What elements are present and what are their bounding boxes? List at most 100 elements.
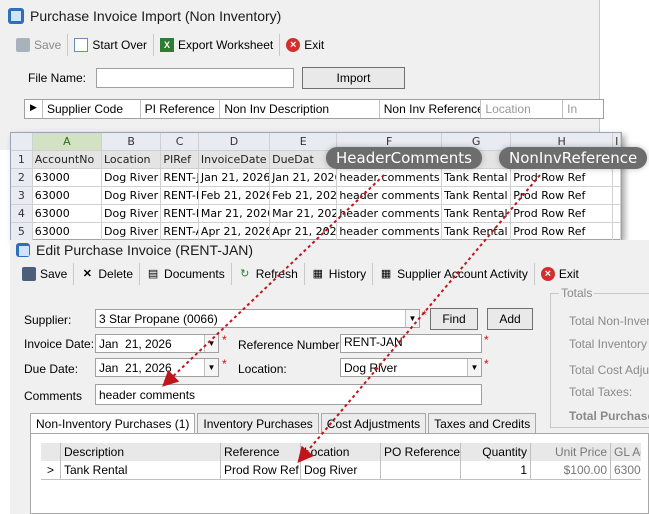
col-unit-price[interactable]: Unit Price bbox=[531, 443, 611, 462]
cell-header-comments[interactable]: header comments bbox=[337, 169, 443, 187]
cell-invoice-date[interactable]: Apr 21, 2026 bbox=[198, 223, 271, 241]
cell-header-comments[interactable]: header comments bbox=[337, 205, 443, 223]
tab-cost-adjustments[interactable]: Cost Adjustments bbox=[320, 413, 427, 434]
cell-invoice-date[interactable]: Jan 21, 2026 bbox=[198, 169, 271, 187]
cell-header-comments[interactable]: header comments bbox=[337, 187, 443, 205]
col-supplier-code[interactable]: Supplier Code bbox=[43, 100, 141, 118]
col-pi-reference[interactable]: PI Reference bbox=[141, 100, 221, 118]
row-number[interactable]: 3 bbox=[11, 187, 33, 205]
header-cell[interactable]: AccountNo bbox=[32, 151, 102, 169]
cell-non-inv-reference[interactable]: Prod Row Ref bbox=[511, 187, 614, 205]
cell-unit-price[interactable]: $100.00 bbox=[531, 461, 611, 480]
cell-due-date[interactable]: Jan 21, 2026 bbox=[270, 169, 338, 187]
cell-non-inv-reference[interactable]: Prod Row Ref bbox=[511, 205, 614, 223]
col-non-inv-description[interactable]: Non Inv Description bbox=[220, 100, 380, 118]
header-cell[interactable]: Location bbox=[102, 151, 162, 169]
comments-input[interactable]: header comments bbox=[95, 384, 482, 405]
cell-location[interactable]: Dog River bbox=[102, 169, 162, 187]
cell-non-inv-reference[interactable]: Prod Row Ref bbox=[511, 169, 614, 187]
chevron-down-icon[interactable]: ▼ bbox=[405, 310, 419, 327]
col-description[interactable]: Description bbox=[61, 443, 221, 462]
tab-inventory-purchases[interactable]: Inventory Purchases bbox=[197, 413, 319, 434]
cell-reference[interactable]: Prod Row Ref bbox=[221, 461, 301, 480]
cell-account-no[interactable]: 63000 bbox=[32, 169, 102, 187]
col-reference[interactable]: Reference bbox=[221, 443, 301, 462]
cell-account-no[interactable]: 63000 bbox=[32, 187, 102, 205]
header-cell[interactable]: InvoiceDate bbox=[198, 151, 271, 169]
cell-empty[interactable] bbox=[613, 223, 622, 241]
col-non-inv-reference[interactable]: Non Inv Reference bbox=[380, 100, 482, 118]
row-selector-icon[interactable]: > bbox=[41, 461, 61, 480]
row-number[interactable]: 1 bbox=[11, 151, 33, 169]
col-quantity[interactable]: Quantity bbox=[461, 443, 531, 462]
exit-button[interactable]: × Exit bbox=[535, 263, 585, 285]
cell-header-comments[interactable]: header comments bbox=[337, 223, 443, 241]
cell-location[interactable]: Dog River bbox=[102, 205, 162, 223]
file-name-input[interactable] bbox=[96, 68, 294, 88]
cell-due-date[interactable]: Apr 21, 2026 bbox=[270, 223, 338, 241]
chevron-down-icon[interactable]: ▼ bbox=[467, 359, 481, 376]
col-in[interactable]: In bbox=[563, 100, 603, 118]
export-worksheet-button[interactable]: X Export Worksheet bbox=[154, 34, 281, 56]
invoice-date-picker[interactable]: Jan 21, 2026 ▼ bbox=[95, 334, 219, 353]
column-letter[interactable]: C bbox=[161, 133, 199, 151]
history-button[interactable]: ▦ History bbox=[305, 263, 374, 285]
row-number[interactable]: 2 bbox=[11, 169, 33, 187]
delete-button[interactable]: ✕ Delete bbox=[74, 263, 141, 285]
chevron-down-icon[interactable]: ▼ bbox=[204, 335, 218, 352]
due-date-picker[interactable]: Jan 21, 2026 ▼ bbox=[95, 358, 219, 377]
cell-location[interactable]: Dog River bbox=[102, 223, 162, 241]
cell-empty[interactable] bbox=[613, 169, 622, 187]
cell-pi-ref[interactable]: RENT-A bbox=[161, 223, 199, 241]
cell-description[interactable]: Tank Rental bbox=[442, 187, 512, 205]
cell-pi-ref[interactable]: RENT-M bbox=[161, 205, 199, 223]
row-number[interactable]: 4 bbox=[11, 205, 33, 223]
reference-number-input[interactable]: RENT-JAN bbox=[340, 334, 482, 353]
col-location[interactable]: Location bbox=[301, 443, 381, 462]
exit-button[interactable]: × Exit bbox=[280, 34, 330, 56]
supplier-account-activity-button[interactable]: ▦ Supplier Account Activity bbox=[373, 263, 535, 285]
col-location[interactable]: Location bbox=[481, 100, 564, 118]
column-letter[interactable]: B bbox=[102, 133, 162, 151]
column-letter[interactable]: A bbox=[32, 133, 102, 151]
import-button[interactable]: Import bbox=[302, 67, 405, 89]
purchase-grid-row[interactable]: > Tank Rental Prod Row Ref Dog River 1 $… bbox=[41, 461, 641, 480]
cell-pi-ref[interactable]: RENT-F bbox=[161, 187, 199, 205]
cell-non-inv-reference[interactable]: Prod Row Ref bbox=[511, 223, 614, 241]
cell-description[interactable]: Tank Rental bbox=[442, 169, 512, 187]
cell-empty[interactable] bbox=[613, 187, 622, 205]
cell-location[interactable]: Dog River bbox=[301, 461, 381, 480]
save-button[interactable]: Save bbox=[16, 263, 75, 285]
cell-empty[interactable] bbox=[613, 205, 622, 223]
cell-invoice-date[interactable]: Feb 21, 2026 bbox=[198, 187, 271, 205]
cell-due-date[interactable]: Feb 21, 2026 bbox=[270, 187, 338, 205]
select-all-corner[interactable] bbox=[11, 133, 33, 151]
cell-po-reference[interactable] bbox=[381, 461, 461, 480]
row-number[interactable]: 5 bbox=[11, 223, 33, 241]
cell-quantity[interactable]: 1 bbox=[461, 461, 531, 480]
cell-description[interactable]: Tank Rental bbox=[442, 223, 512, 241]
refresh-button[interactable]: ↻ Refresh bbox=[232, 263, 305, 285]
header-cell[interactable]: PIRef bbox=[161, 151, 199, 169]
cell-location[interactable]: Dog River bbox=[102, 187, 162, 205]
supplier-combo[interactable]: 3 Star Propane (0066) ▼ bbox=[95, 309, 420, 328]
col-po-reference[interactable]: PO Reference bbox=[381, 443, 461, 462]
col-gl-account[interactable]: GL Acc bbox=[611, 443, 641, 462]
tab-non-inventory-purchases[interactable]: Non-Inventory Purchases (1) bbox=[30, 413, 196, 434]
save-button[interactable]: Save bbox=[10, 34, 69, 56]
find-button[interactable]: Find bbox=[430, 308, 478, 330]
cell-due-date[interactable]: Mar 21, 2026 bbox=[270, 205, 338, 223]
location-combo[interactable]: Dog River ▼ bbox=[340, 358, 482, 377]
start-over-button[interactable]: Start Over bbox=[68, 34, 155, 56]
cell-invoice-date[interactable]: Mar 21, 2026 bbox=[198, 205, 271, 223]
documents-button[interactable]: ▤ Documents bbox=[140, 263, 232, 285]
cell-account-no[interactable]: 63000 bbox=[32, 205, 102, 223]
cell-description[interactable]: Tank Rental bbox=[61, 461, 221, 480]
column-letter[interactable]: D bbox=[198, 133, 271, 151]
column-letter[interactable]: E bbox=[270, 133, 338, 151]
add-button[interactable]: Add bbox=[487, 308, 533, 330]
cell-description[interactable]: Tank Rental bbox=[442, 205, 512, 223]
cell-gl-account[interactable]: 63000 bbox=[611, 461, 641, 480]
tab-taxes-and-credits[interactable]: Taxes and Credits bbox=[428, 413, 537, 434]
chevron-down-icon[interactable]: ▼ bbox=[204, 359, 218, 376]
